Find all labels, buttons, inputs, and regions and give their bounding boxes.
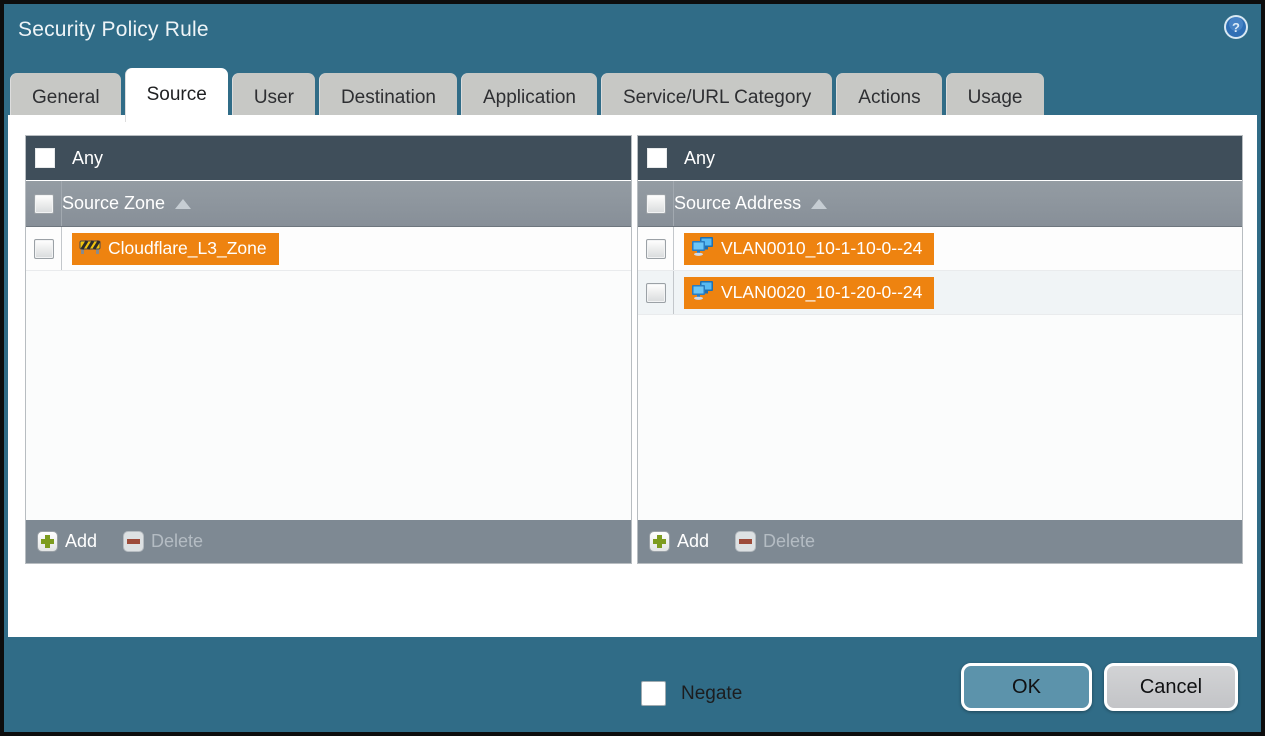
network-icon — [691, 280, 714, 305]
address-item-chip[interactable]: VLAN0010_10-1-10-0--24 — [684, 232, 935, 265]
row-checkbox[interactable] — [645, 238, 666, 259]
zone-item-chip[interactable]: Cloudflare_L3_Zone — [72, 232, 279, 265]
address-item-chip[interactable]: VLAN0020_10-1-20-0--24 — [684, 276, 935, 309]
source-address-column-header[interactable]: Source Address — [638, 181, 1242, 227]
add-button-label: Add — [677, 531, 710, 551]
negate-checkbox[interactable] — [641, 681, 666, 706]
network-icon — [691, 236, 714, 261]
tab-label: Usage — [967, 86, 1023, 108]
address-item-label: VLAN0020_10-1-20-0--24 — [721, 282, 923, 302]
tab-label: Destination — [340, 86, 436, 108]
any-label: Any — [684, 147, 716, 168]
tab-label: User — [253, 86, 294, 108]
source-address-panel: Any Source Address VLAN0010_10-1-10-0--2… — [637, 135, 1243, 564]
negate-label: Negate — [681, 682, 743, 704]
source-zone-any-checkbox[interactable] — [35, 148, 55, 168]
delete-button[interactable]: Delete — [123, 531, 203, 552]
address-item-label: VLAN0010_10-1-10-0--24 — [721, 238, 923, 258]
source-zone-select-all-checkbox[interactable] — [33, 193, 54, 214]
row-checkbox[interactable] — [645, 282, 666, 303]
source-zone-any-bar: Any — [26, 136, 631, 181]
security-policy-rule-dialog: Security Policy Rule ? General Source Us… — [0, 0, 1265, 736]
source-zone-column-header[interactable]: Source Zone — [26, 181, 631, 227]
cancel-button[interactable]: Cancel — [1104, 663, 1238, 711]
svg-text:?: ? — [1232, 20, 1240, 35]
sort-asc-icon — [811, 198, 828, 209]
tab-source[interactable]: Source — [124, 68, 228, 122]
help-icon: ? — [1223, 15, 1249, 44]
source-zone-list: Cloudflare_L3_Zone — [26, 227, 631, 520]
dialog-title: Security Policy Rule — [18, 18, 209, 41]
table-row: Cloudflare_L3_Zone — [26, 227, 631, 271]
add-button-label: Add — [65, 531, 98, 551]
tab-label: Source — [146, 84, 207, 105]
ok-button[interactable]: OK — [961, 663, 1092, 711]
sort-asc-icon — [175, 198, 192, 209]
tab-label: Application — [483, 86, 576, 108]
plus-icon — [649, 531, 670, 552]
plus-icon — [37, 531, 58, 552]
delete-button-label: Delete — [151, 531, 204, 551]
negate-control: Negate — [641, 681, 742, 706]
source-address-list: VLAN0010_10-1-10-0--24 VLAN0020_10-1-20-… — [638, 227, 1242, 520]
row-checkbox[interactable] — [33, 238, 54, 259]
column-header-label: Source Zone — [62, 193, 166, 213]
source-address-footer: Add Delete — [638, 520, 1242, 563]
tab-label: General — [32, 86, 100, 108]
table-row: VLAN0010_10-1-10-0--24 — [638, 227, 1242, 271]
source-address-any-bar: Any — [638, 136, 1242, 181]
source-address-any-checkbox[interactable] — [647, 148, 667, 168]
delete-button-label: Delete — [763, 531, 816, 551]
help-button[interactable]: ? — [1223, 14, 1249, 40]
tab-label: Service/URL Category — [622, 86, 812, 108]
tab-bar: General Source User Destination Applicat… — [8, 68, 1257, 122]
table-row: VLAN0020_10-1-20-0--24 — [638, 271, 1242, 315]
add-button[interactable]: Add — [37, 531, 97, 552]
zone-item-label: Cloudflare_L3_Zone — [108, 238, 267, 258]
minus-icon — [123, 531, 145, 552]
minus-icon — [735, 531, 757, 552]
column-header-label: Source Address — [674, 193, 802, 213]
any-label: Any — [72, 147, 104, 168]
delete-button[interactable]: Delete — [735, 531, 815, 552]
add-button[interactable]: Add — [649, 531, 709, 552]
source-zone-footer: Add Delete — [26, 520, 631, 563]
source-address-select-all-checkbox[interactable] — [645, 193, 666, 214]
tab-label: Actions — [858, 86, 921, 108]
source-zone-panel: Any Source Zone Cloudflare_L3_Zone Add D… — [25, 135, 632, 564]
zone-icon — [79, 237, 101, 260]
source-tab-content: Any Source Zone Cloudflare_L3_Zone Add D… — [8, 115, 1257, 706]
